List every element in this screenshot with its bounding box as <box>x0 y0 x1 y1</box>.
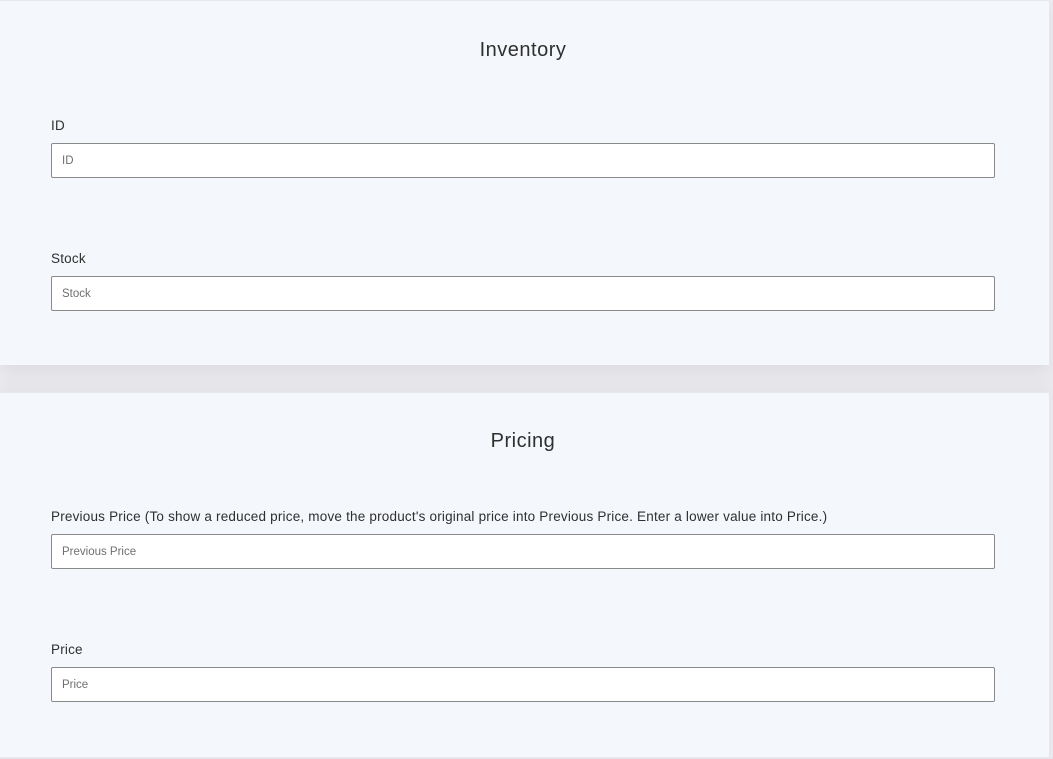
price-input[interactable] <box>51 667 995 702</box>
price-label: Price <box>51 642 83 657</box>
id-label: ID <box>51 118 65 133</box>
inventory-section: Inventory ID Stock <box>0 0 1050 365</box>
previous-price-input[interactable] <box>51 534 995 569</box>
inventory-title: Inventory <box>479 39 567 61</box>
pricing-title: Pricing <box>490 430 556 452</box>
previous-price-label: Previous Price (To show a reduced price,… <box>51 509 828 524</box>
stock-label: Stock <box>51 251 86 266</box>
id-input[interactable] <box>51 143 995 178</box>
stock-input[interactable] <box>51 276 995 311</box>
pricing-section: Pricing Previous Price (To show a reduce… <box>0 392 1050 757</box>
